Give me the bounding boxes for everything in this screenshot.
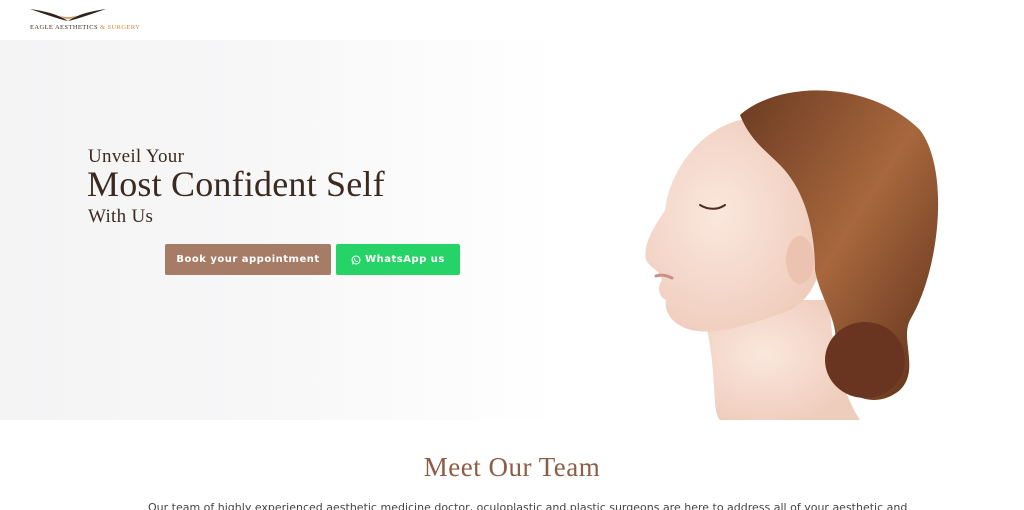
logo-brand: EAGLE AESTHETICS [30,24,98,31]
hero-section: Unveil Your Most Confident Self With Us … [0,40,1024,420]
book-appointment-button[interactable]: Book your appointment [165,244,331,275]
eagle-logo-icon [30,9,106,21]
book-appointment-label: Book your appointment [176,254,320,265]
team-section-description: Our team of highly experienced aesthetic… [148,501,908,510]
site-logo[interactable]: EAGLE AESTHETICS & SURGERY [30,6,140,32]
hero-heading-main: Most Confident Self [87,164,385,204]
hero-heading-line3: With Us [88,206,154,227]
logo-text: EAGLE AESTHETICS & SURGERY [30,24,140,31]
whatsapp-icon [351,255,361,265]
site-header: EAGLE AESTHETICS & SURGERY [0,0,1024,40]
woman-profile-portrait [645,90,939,420]
logo-brand-accent: & SURGERY [100,24,141,31]
whatsapp-button[interactable]: WhatsApp us [336,244,460,275]
whatsapp-label: WhatsApp us [365,254,445,265]
team-section-title: Meet Our Team [423,452,601,482]
